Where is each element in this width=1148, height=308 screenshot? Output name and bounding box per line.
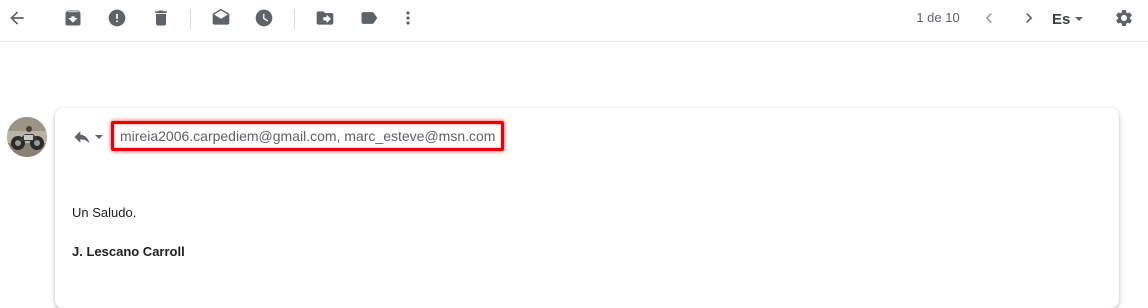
more-vert-icon[interactable] [394,4,422,32]
message-card: mireia2006.carpediem@gmail.com, marc_est… [55,108,1119,308]
gear-icon[interactable] [1110,4,1138,32]
chevron-down-icon [1075,17,1084,21]
chevron-down-icon [95,135,103,139]
sender-avatar[interactable] [7,117,47,157]
recipients-field[interactable]: mireia2006.carpediem@gmail.com, marc_est… [111,121,505,151]
snooze-icon[interactable] [250,4,278,32]
older-chevron-icon[interactable] [1015,4,1043,32]
toolbar: 1 de 10 Es [0,0,1148,42]
back-arrow-icon[interactable] [3,4,31,32]
move-to-icon[interactable] [311,4,339,32]
recipients-text: mireia2006.carpediem@gmail.com, marc_est… [120,128,496,144]
toolbar-divider [294,9,295,29]
newer-chevron-icon[interactable] [975,4,1003,32]
motorcycle-avatar [7,117,47,157]
pager-count: 1 de 10 [916,10,960,25]
greeting-text: Un Saludo. [72,205,137,220]
reply-type-selector[interactable] [72,126,103,148]
language-label: Es [1052,10,1071,28]
reply-icon [74,131,90,144]
archive-icon[interactable] [59,4,87,32]
label-icon[interactable] [355,4,383,32]
signature-text: J. Lescano Carroll [72,244,185,259]
toolbar-divider [190,9,191,29]
language-selector[interactable]: Es [1052,8,1084,30]
delete-icon[interactable] [147,4,175,32]
report-spam-icon[interactable] [103,4,131,32]
mark-unread-icon[interactable] [207,4,235,32]
